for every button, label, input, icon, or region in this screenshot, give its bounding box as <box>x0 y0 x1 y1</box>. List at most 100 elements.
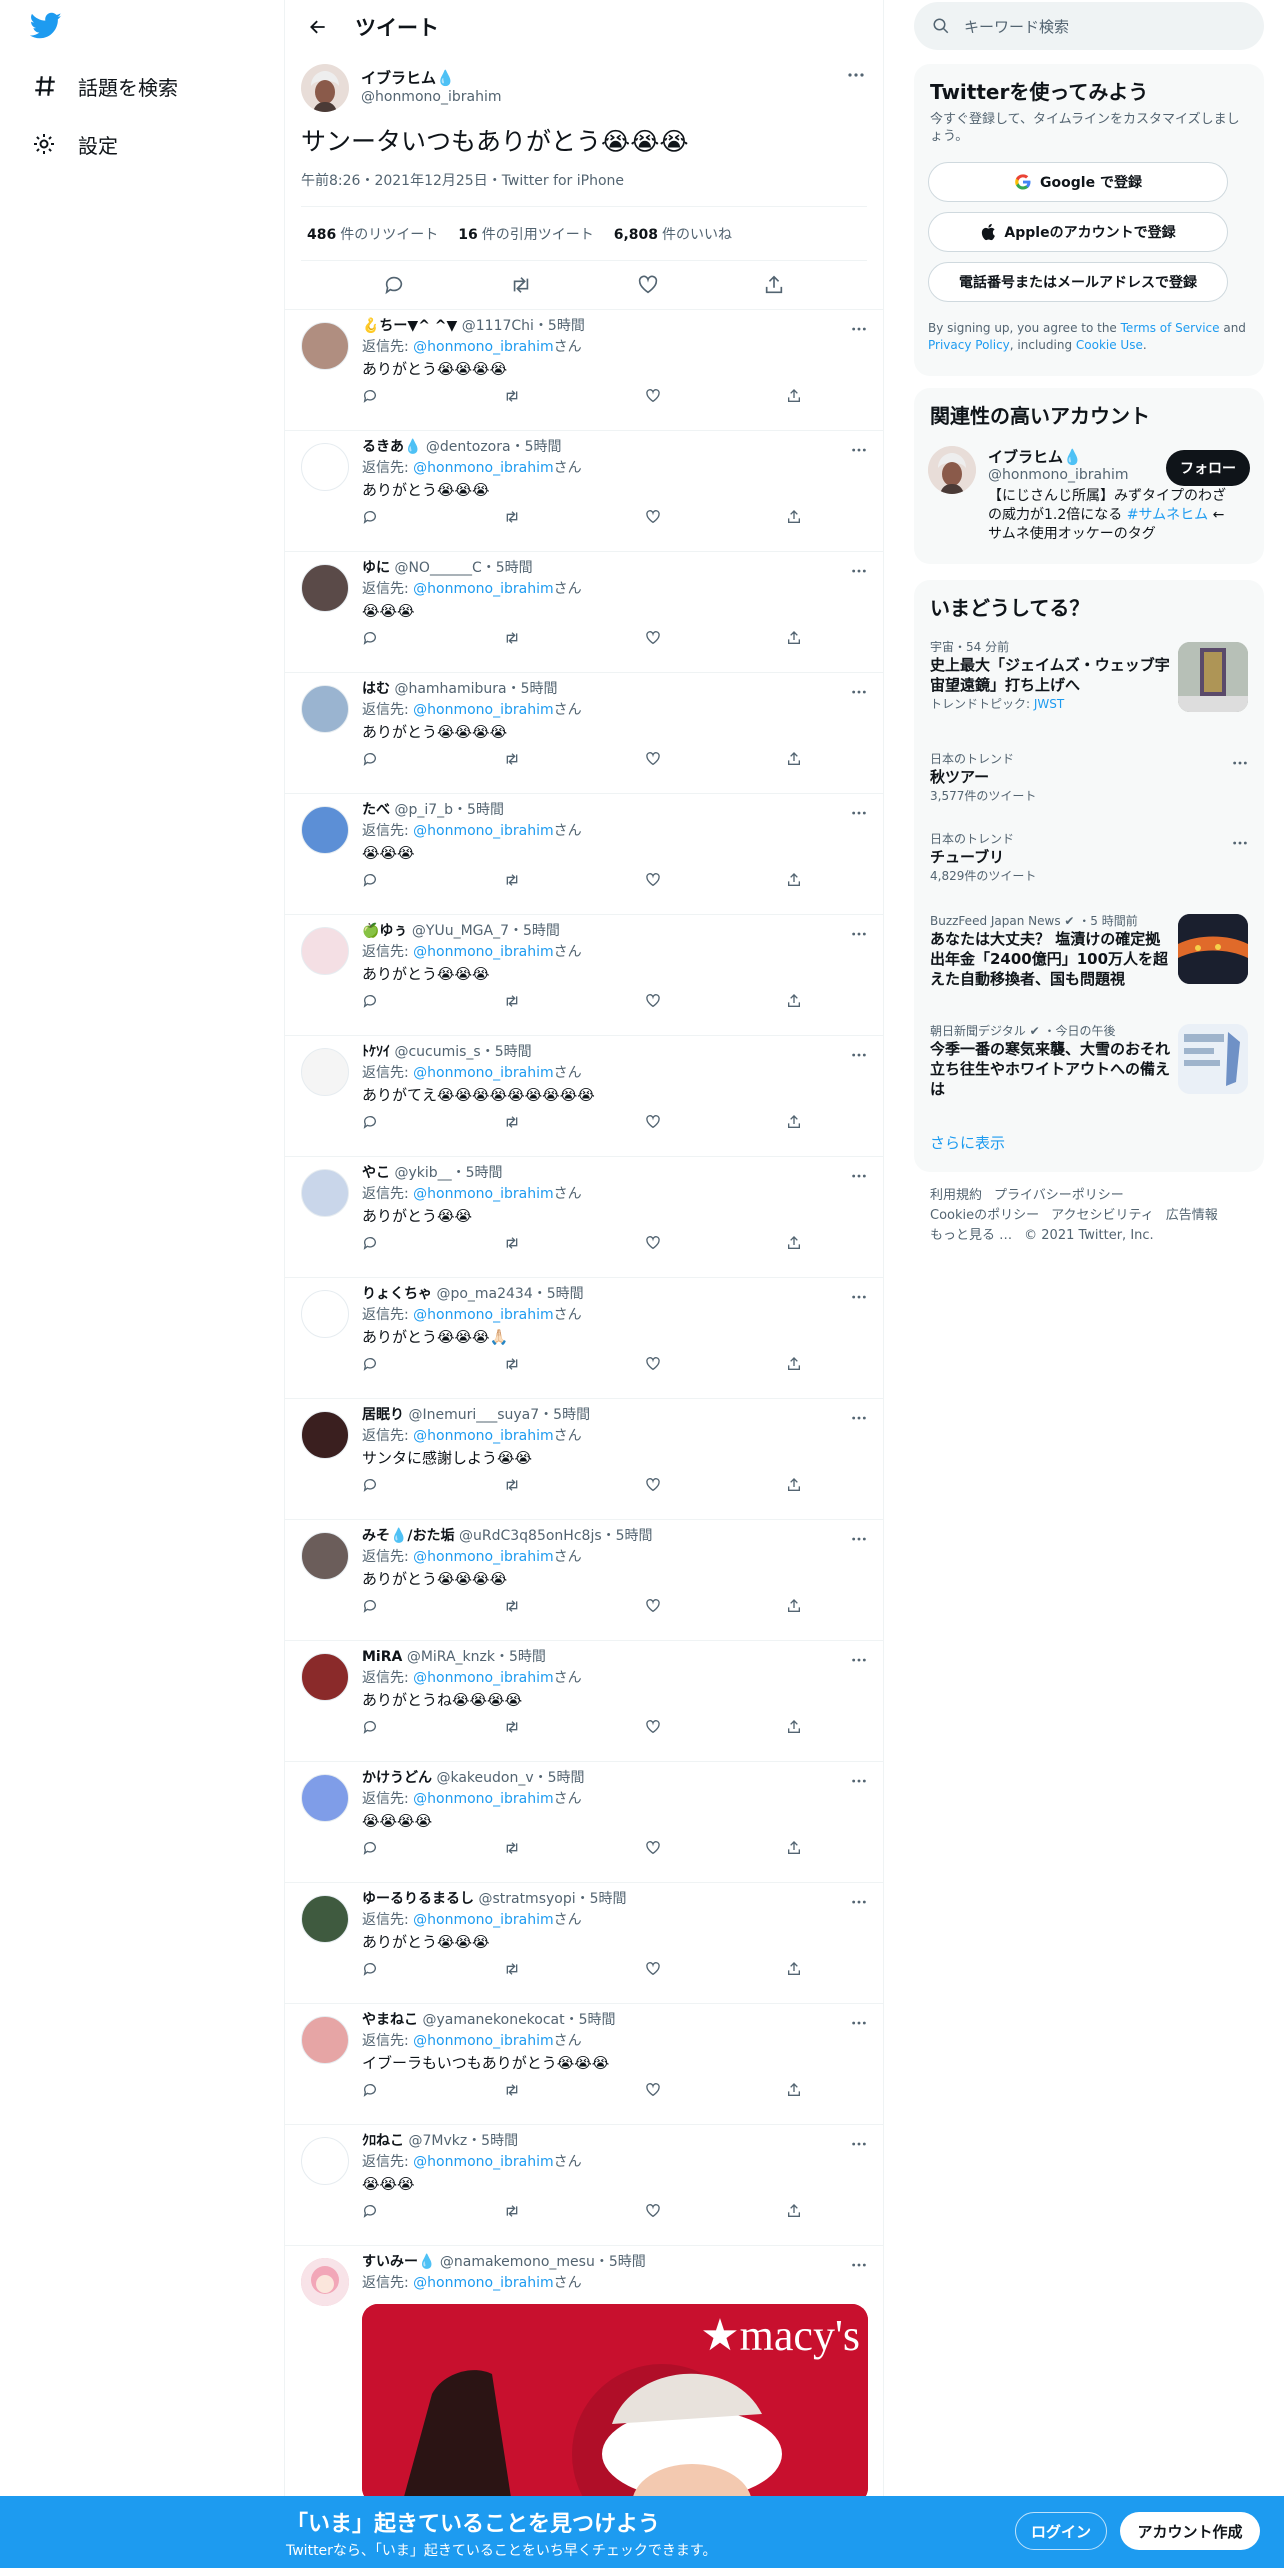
more-options-button[interactable] <box>845 64 867 86</box>
reply-time[interactable]: ・5時間 <box>481 1044 532 1060</box>
avatar[interactable] <box>301 2016 349 2064</box>
retweet-icon[interactable] <box>503 751 521 773</box>
reply-time[interactable]: ・5時間 <box>482 560 533 576</box>
reply-author-handle[interactable]: @cucumis_s <box>394 1044 480 1060</box>
back-button[interactable] <box>301 10 335 44</box>
reply-author-handle[interactable]: @kakeudon_v <box>436 1770 533 1786</box>
reply-time[interactable]: ・5時間 <box>576 1891 627 1907</box>
reply-author-handle[interactable]: @po_ma2434 <box>436 1286 532 1302</box>
retweet-icon[interactable] <box>503 993 521 1015</box>
reply-time[interactable]: ・5時間 <box>509 923 560 939</box>
list-item[interactable]: ゆに @NO______C・5時間 返信先: @honmono_ibrahimさん… <box>285 552 883 673</box>
share-icon[interactable] <box>786 509 802 531</box>
avatar[interactable] <box>301 564 349 612</box>
list-item[interactable]: りょくちゃ @po_ma2434・5時間 返信先: @honmono_ibrahi… <box>285 1278 883 1399</box>
reply-author-handle[interactable]: @dentozora <box>426 439 511 455</box>
reply-icon[interactable] <box>362 1235 378 1257</box>
more-options-button[interactable] <box>851 560 867 579</box>
like-count-link[interactable]: 6,808 件のいいね <box>614 224 732 244</box>
reply-author-name[interactable]: はむ <box>362 681 390 697</box>
list-item[interactable]: 🍏ゆぅ @YUu_MGA_7・5時間 返信先: @honmono_ibrahimさ… <box>285 915 883 1036</box>
reply-time[interactable]: ・5時間 <box>602 1528 653 1544</box>
share-icon[interactable] <box>786 1356 802 1378</box>
reply-to-link[interactable]: @honmono_ibrahim <box>413 2275 553 2291</box>
retweet-icon[interactable] <box>503 872 521 894</box>
reply-author-name[interactable]: ゆに <box>362 560 390 576</box>
reply-time[interactable]: ・5時間 <box>452 1165 503 1181</box>
avatar[interactable] <box>928 446 976 494</box>
retweet-icon[interactable] <box>503 1840 521 1862</box>
list-item[interactable]: 居眠り @Inemuri___suya7・5時間 返信先: @honmono_ib… <box>285 1399 883 1520</box>
like-icon[interactable] <box>645 630 661 652</box>
like-icon[interactable] <box>645 1961 661 1983</box>
reply-to-link[interactable]: @honmono_ibrahim <box>413 1791 553 1807</box>
reply-author-name[interactable]: たべ <box>362 802 390 818</box>
like-icon[interactable] <box>645 993 661 1015</box>
more-options-button[interactable] <box>851 1407 867 1426</box>
reply-time[interactable]: ・5時間 <box>595 2254 646 2270</box>
quote-count-link[interactable]: 16 件の引用ツイート <box>458 224 593 244</box>
reply-author-name[interactable]: MiRA <box>362 1649 402 1665</box>
like-icon[interactable] <box>645 1235 661 1257</box>
avatar[interactable] <box>301 1290 349 1338</box>
footer-link[interactable]: Cookieのポリシー <box>930 1208 1039 1223</box>
reply-icon[interactable] <box>362 993 378 1015</box>
reply-author-name[interactable]: かけうどん <box>362 1770 432 1786</box>
retweet-icon[interactable] <box>503 1356 521 1378</box>
list-item[interactable]: ｸﾛねこ @7Mvkz・5時間 返信先: @honmono_ibrahimさん 😭😭… <box>285 2125 883 2246</box>
more-options-button[interactable] <box>851 2254 867 2273</box>
reply-to-link[interactable]: @honmono_ibrahim <box>413 1549 553 1565</box>
reply-to-link[interactable]: @honmono_ibrahim <box>413 944 553 960</box>
reply-time[interactable]: ・5時間 <box>533 1286 584 1302</box>
retweet-icon[interactable] <box>509 274 533 296</box>
more-options-button[interactable] <box>851 2012 867 2031</box>
avatar[interactable] <box>301 443 349 491</box>
reply-author-name[interactable]: ﾄｹｿｲ <box>362 1044 390 1060</box>
like-icon[interactable] <box>645 1840 661 1862</box>
trend-more-button[interactable] <box>1232 832 1248 851</box>
login-button[interactable]: ログイン <box>1015 2512 1107 2550</box>
more-options-button[interactable] <box>851 439 867 458</box>
reply-icon[interactable] <box>362 1477 378 1499</box>
search-box[interactable]: キーワード検索 <box>914 2 1264 50</box>
more-options-button[interactable] <box>851 1649 867 1668</box>
share-icon[interactable] <box>786 2203 802 2225</box>
like-icon[interactable] <box>645 388 661 410</box>
reply-to-link[interactable]: @honmono_ibrahim <box>413 1307 553 1323</box>
footer-link[interactable]: アクセシビリティ <box>1051 1208 1154 1223</box>
follow-button[interactable]: フォロー <box>1166 450 1250 486</box>
reply-to-link[interactable]: @honmono_ibrahim <box>413 1065 553 1081</box>
like-icon[interactable] <box>645 1477 661 1499</box>
like-icon[interactable] <box>645 751 661 773</box>
avatar[interactable] <box>301 685 349 733</box>
retweet-icon[interactable] <box>503 1719 521 1741</box>
avatar[interactable] <box>301 2137 349 2185</box>
avatar[interactable] <box>301 322 349 370</box>
reply-author-name[interactable]: るきあ💧 <box>362 439 421 455</box>
reply-time[interactable]: ・5時間 <box>534 1770 585 1786</box>
reply-author-handle[interactable]: @1117Chi <box>462 318 534 334</box>
share-icon[interactable] <box>786 1961 802 1983</box>
list-item[interactable]: すいみー💧 @namakemono_mesu・5時間 返信先: @honmono… <box>285 2246 883 2504</box>
terms-of-service-link[interactable]: Terms of Service <box>1121 321 1220 335</box>
create-account-button[interactable]: アカウント作成 <box>1120 2512 1260 2550</box>
list-item[interactable]: みそ💧/おた垢 @uRdC3q85onHc8js・5時間 返信先: @honmon… <box>285 1520 883 1641</box>
reply-author-handle[interactable]: @MiRA_knzk <box>407 1649 495 1665</box>
reply-author-handle[interactable]: @Inemuri___suya7 <box>408 1407 539 1423</box>
retweet-icon[interactable] <box>503 509 521 531</box>
reply-time[interactable]: ・5時間 <box>467 2133 518 2149</box>
more-options-button[interactable] <box>851 802 867 821</box>
reply-author-name[interactable]: ゆーるりるまるし <box>362 1891 474 1907</box>
list-item[interactable]: 🪝ちー▼^ ^▼ @1117Chi・5時間 返信先: @honmono_ibrah… <box>285 310 883 431</box>
author-handle[interactable]: @honmono_ibrahim <box>361 88 501 106</box>
share-icon[interactable] <box>786 751 802 773</box>
retweet-icon[interactable] <box>503 1235 521 1257</box>
trend-item[interactable]: 日本のトレンド チューブリ 4,829件のツイート <box>930 830 1250 884</box>
share-icon[interactable] <box>786 872 802 894</box>
list-item[interactable]: ﾄｹｿｲ @cucumis_s・5時間 返信先: @honmono_ibrahim… <box>285 1036 883 1157</box>
reply-author-handle[interactable]: @yamanekonekocat <box>422 2012 564 2028</box>
retweet-count-link[interactable]: 486 件のリツイート <box>307 224 438 244</box>
reply-author-name[interactable]: 🪝ちー▼^ ^▼ <box>362 318 457 334</box>
avatar[interactable] <box>301 806 349 854</box>
reply-icon[interactable] <box>362 1961 378 1983</box>
